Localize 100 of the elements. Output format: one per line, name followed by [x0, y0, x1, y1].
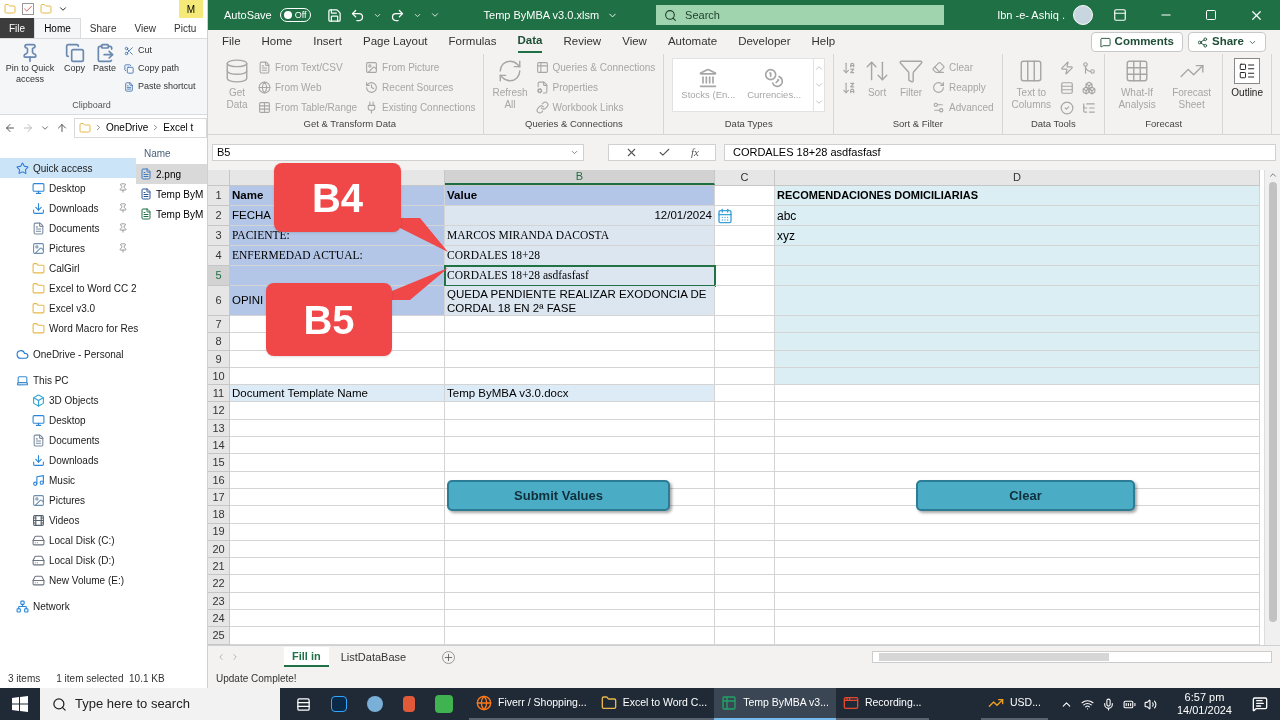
sheet-tab[interactable]: ListDataBase	[332, 647, 415, 667]
app-icon[interactable]	[435, 695, 453, 713]
ribbon-tab[interactable]: File	[0, 18, 35, 38]
nav-item[interactable]: Desktop	[0, 410, 136, 430]
search-field[interactable]: Search	[656, 5, 945, 25]
comments-button[interactable]: Comments	[1090, 32, 1184, 52]
menu-tab[interactable]: View	[622, 31, 647, 53]
up-icon[interactable]	[56, 121, 68, 134]
wifi-icon[interactable]	[1080, 697, 1094, 711]
nav-item[interactable]: 3D Objects	[0, 390, 136, 410]
app-icon[interactable]	[367, 696, 383, 712]
name-box[interactable]: B5	[212, 143, 584, 161]
nav-item[interactable]: New Volume (E:)	[0, 570, 136, 590]
row-header[interactable]: 11	[208, 385, 230, 403]
column-header[interactable]: Name	[136, 142, 207, 164]
menu-tab[interactable]: Review	[563, 31, 602, 53]
caret-icon[interactable]	[58, 4, 68, 14]
ribbon-button[interactable]: Paste shortcut	[124, 79, 196, 95]
row-header[interactable]: 14	[208, 437, 230, 455]
clock-time[interactable]: 6:57 pm	[1184, 691, 1225, 704]
back-icon[interactable]	[4, 121, 16, 134]
notifications-icon[interactable]	[1252, 696, 1268, 712]
context-tab[interactable]: M	[178, 0, 203, 18]
row-header[interactable]: 2	[208, 206, 230, 226]
file-item[interactable]: 2.png	[136, 164, 207, 184]
menu-tab[interactable]: Formulas	[448, 31, 497, 53]
column-header[interactable]: C	[715, 170, 775, 185]
row-header[interactable]: 21	[208, 558, 230, 576]
file-item[interactable]: Temp ByM	[136, 184, 207, 204]
ribbon-tab[interactable]: Home	[34, 18, 81, 38]
ribbon-tab[interactable]: Pictu	[165, 18, 206, 38]
mic-icon[interactable]	[1101, 697, 1115, 711]
ribbon-tab[interactable]: View	[125, 18, 165, 38]
ribbon-button[interactable]: Outline	[1231, 58, 1263, 99]
ribbon-tab[interactable]: Share	[80, 18, 126, 38]
nav-item[interactable]: Quick access	[0, 158, 136, 178]
formula-field[interactable]: CORDALES 18+28 asdfasfasf	[723, 143, 1276, 161]
menu-tab[interactable]: Insert	[313, 31, 342, 53]
clock-date[interactable]: 14/01/2024	[1176, 704, 1232, 717]
row-header[interactable]: 18	[208, 506, 230, 524]
insert-function-button[interactable]: fx	[691, 143, 699, 161]
breadcrumb-item[interactable]: OneDrive	[106, 120, 149, 135]
selected-cell[interactable]: CORDALES 18+28 asdfasfasf	[445, 266, 715, 286]
nav-item[interactable]: This PC	[0, 370, 136, 390]
sheet-button[interactable]: Submit Values	[447, 480, 670, 511]
ribbon-button[interactable]: Copy	[64, 43, 85, 74]
menu-tab[interactable]: Home	[261, 31, 293, 53]
address-bar[interactable]: OneDrive Excel t	[74, 117, 207, 138]
menu-tab[interactable]: Page Layout	[363, 31, 428, 53]
row-header[interactable]: 22	[208, 575, 230, 593]
redo-icon[interactable]	[389, 7, 405, 23]
row-header[interactable]: 5	[208, 266, 230, 286]
menu-tab[interactable]: File	[222, 31, 241, 53]
nav-item[interactable]: Excel to Word CC 2	[0, 278, 141, 298]
row-header[interactable]: 7	[208, 316, 230, 334]
taskbar-app[interactable]: Temp ByMBA v3...	[714, 688, 836, 720]
calendar-icon[interactable]	[717, 207, 733, 224]
nav-item[interactable]: Desktop	[0, 178, 136, 198]
menu-tab[interactable]: Developer	[738, 31, 791, 53]
sheet-button[interactable]: Clear	[916, 480, 1135, 511]
row-header[interactable]: 1	[208, 186, 230, 206]
row-header[interactable]: 6	[208, 286, 230, 316]
avatar[interactable]	[1073, 5, 1093, 25]
task-view-icon[interactable]	[296, 696, 311, 712]
vertical-scrollbar[interactable]	[1264, 170, 1280, 645]
taskbar-app[interactable]: Recording...	[835, 688, 929, 720]
nav-item[interactable]: CalGirl	[0, 258, 136, 278]
nav-item[interactable]: Pictures	[0, 490, 136, 510]
ribbon-button[interactable]: Paste	[93, 43, 117, 74]
gallery-scrollbar[interactable]	[813, 59, 825, 111]
nav-item[interactable]: Local Disk (C:)	[0, 530, 136, 550]
nav-item[interactable]: Downloads	[0, 450, 136, 470]
row-header[interactable]: 12	[208, 402, 230, 420]
properties-icon[interactable]	[22, 3, 34, 15]
row-header[interactable]: 3	[208, 226, 230, 246]
ribbon-button[interactable]: Copy path	[124, 61, 196, 77]
nav-item[interactable]: OneDrive - Personal	[0, 344, 136, 364]
menu-tab[interactable]: Help	[811, 31, 836, 53]
nav-item[interactable]: Music	[0, 470, 136, 490]
taskbar-app[interactable]: Fiverr / Shopping...	[469, 688, 594, 720]
nav-item[interactable]: Local Disk (D:)	[0, 550, 136, 570]
maximize-icon[interactable]	[1205, 9, 1217, 21]
share-button[interactable]: Share	[1188, 32, 1266, 52]
app-icon[interactable]	[331, 696, 347, 712]
volume-icon[interactable]	[1143, 697, 1157, 711]
file-item[interactable]: Temp ByM	[136, 204, 207, 224]
breadcrumb-item[interactable]: Excel t	[163, 120, 194, 135]
nav-item[interactable]: Documents	[0, 218, 136, 238]
column-header[interactable]: B	[445, 170, 715, 185]
nav-item[interactable]: Pictures	[0, 238, 136, 258]
undo-icon[interactable]	[349, 7, 365, 23]
nav-item[interactable]: Excel v3.0	[0, 298, 136, 318]
row-header[interactable]: 8	[208, 333, 230, 351]
menu-tab[interactable]: Automate	[667, 31, 718, 53]
sheet-tab[interactable]: Fill in	[284, 647, 329, 667]
nav-item[interactable]: Network	[0, 596, 136, 616]
nav-item[interactable]: Documents	[0, 430, 136, 450]
app-icon[interactable]	[403, 696, 415, 712]
taskbar-app[interactable]: USD...	[981, 688, 1048, 720]
horizontal-scrollbar[interactable]	[872, 651, 1272, 663]
